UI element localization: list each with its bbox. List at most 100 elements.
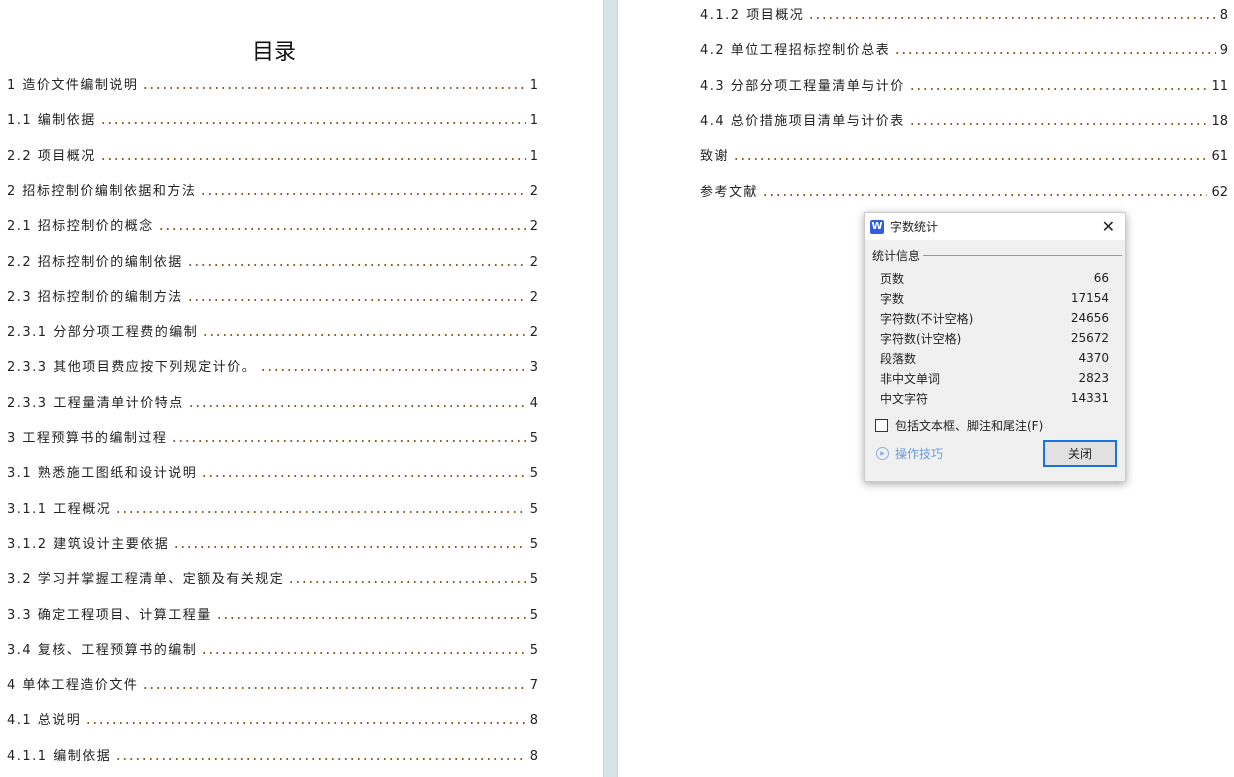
toc-entry-label: 2.2 招标控制价的编制依据 [7,254,183,270]
dialog-titlebar[interactable]: W 字数统计 ✕ [865,213,1125,240]
toc-entry[interactable]: 1.1 编制依据 1 [7,109,538,129]
toc-entry[interactable]: 2.2 项目概况 1 [7,145,538,165]
toc-entry-page: 5 [529,466,538,482]
dot-leader [908,122,1208,125]
toc-entry-page: 5 [529,501,538,517]
stat-row: 字符数(计空格) 25672 [865,328,1125,348]
toc-entry[interactable]: 2.3 招标控制价的编制方法 2 [7,286,538,306]
stat-label: 字符数(不计空格) [880,311,974,326]
stat-label: 段落数 [880,351,917,366]
stat-row: 字数 17154 [865,288,1125,308]
toc-entry-page: 2 [529,289,538,305]
stat-row: 字符数(不计空格) 24656 [865,308,1125,328]
toc-entry-label: 2.3.3 其他项目费应按下列规定计价。 [7,360,257,376]
toc-entry-page: 11 [1211,78,1228,94]
toc-entry-page: 7 [529,678,538,694]
checkbox-label: 包括文本框、脚注和尾注(F) [895,419,1044,433]
checkbox[interactable] [875,419,888,432]
toc-entry[interactable]: 2.2 招标控制价的编制依据 2 [7,251,538,271]
stat-label: 页数 [880,271,905,286]
toc-entry-page: 3 [529,360,538,376]
toc-entry[interactable]: 3.1.1 工程概况 5 [7,498,538,518]
stats-group-header: 统计信息 [872,247,1125,264]
toc-entry-page: 1 [529,113,538,129]
stat-value: 2823 [1078,371,1109,385]
close-button[interactable]: 关闭 [1043,440,1117,467]
toc-entry[interactable]: 4.1.1 编制依据 8 [7,745,538,765]
toc-entry[interactable]: 2.3.3 其他项目费应按下列规定计价。 3 [7,356,538,376]
stat-label: 中文字符 [880,391,929,406]
dot-leader [187,404,526,407]
include-textbox-checkbox[interactable]: 包括文本框、脚注和尾注(F) [875,417,1125,434]
dot-leader [99,122,526,125]
toc-entry[interactable]: 1 造价文件编制说明 1 [7,74,538,94]
toc-entry[interactable]: 2 招标控制价编制依据和方法 2 [7,180,538,200]
play-icon: ▶ [876,447,889,460]
toc-entry-page: 2 [529,219,538,235]
dot-leader [173,545,526,548]
toc-entry[interactable]: 3.4 复核、工程预算书的编制 5 [7,639,538,659]
dot-leader [142,687,526,690]
page-gap [603,0,618,777]
toc-entry[interactable]: 4 单体工程造价文件 7 [7,674,538,694]
stat-value: 14331 [1070,391,1109,405]
toc-entry-page: 61 [1211,149,1228,165]
toc-entry[interactable]: 2.3.3 工程量清单计价特点 4 [7,392,538,412]
tips-label: 操作技巧 [895,447,944,461]
toc-entry[interactable]: 致谢 61 [700,145,1228,165]
dot-leader [115,757,526,760]
toc-entry-page: 2 [529,254,538,270]
toc-entry-label: 参考文献 [700,184,759,200]
toc-entry-page: 5 [529,607,538,623]
toc-entry-label: 2 招标控制价编制依据和方法 [7,183,197,199]
toc-entry-page: 8 [529,713,538,729]
stat-row: 中文字符 14331 [865,388,1125,408]
dot-leader [762,193,1208,196]
toc-entry[interactable]: 4.3 分部分项工程量清单与计价 11 [700,75,1228,95]
dot-leader [808,17,1216,19]
close-icon[interactable]: ✕ [1102,217,1115,236]
stat-value: 24656 [1070,311,1109,325]
tips-link[interactable]: ▶ 操作技巧 [876,445,943,462]
toc-entry-label: 4 单体工程造价文件 [7,678,139,694]
toc-entry[interactable]: 3 工程预算书的编制过程 5 [7,427,538,447]
dot-leader [288,581,526,584]
stat-value: 4370 [1078,351,1109,365]
toc-entry-page: 5 [529,572,538,588]
dot-leader [142,87,526,89]
toc-entry[interactable]: 3.3 确定工程项目、计算工程量 5 [7,604,538,624]
dot-leader [115,510,526,513]
toc-entry-page: 2 [529,183,538,199]
toc-entry-label: 3.1.1 工程概况 [7,501,112,517]
toc-entry-page: 8 [1219,8,1228,23]
toc-entry-label: 致谢 [700,149,730,165]
toc-entry-page: 4 [529,395,538,411]
dot-leader [202,334,526,337]
dialog-title: 字数统计 [890,220,939,234]
toc-entry-label: 1.1 编制依据 [7,113,96,129]
toc-entry[interactable]: 3.2 学习并掌握工程清单、定额及有关规定 5 [7,568,538,588]
dot-leader [894,52,1216,55]
toc-entry-label: 4.1.2 项目概况 [700,8,805,23]
toc-entry-page: 2 [529,325,538,341]
dot-leader [201,475,526,478]
toc-entry-label: 3.3 确定工程项目、计算工程量 [7,607,212,623]
toc-entry[interactable]: 3.1.2 建筑设计主要依据 5 [7,533,538,553]
toc-entry[interactable]: 4.1.2 项目概况 8 [700,4,1228,24]
toc-entry[interactable]: 4.1 总说明 8 [7,709,538,729]
toc-entry[interactable]: 4.2 单位工程招标控制价总表 9 [700,39,1228,59]
dot-leader [186,263,526,266]
stat-label: 字数 [880,291,905,306]
dot-leader [908,87,1208,90]
toc-entry[interactable]: 2.3.1 分部分项工程费的编制 2 [7,321,538,341]
toc-entry[interactable]: 3.1 熟悉施工图纸和设计说明 5 [7,462,538,482]
stat-row: 非中文单词 2823 [865,368,1125,388]
wps-logo-icon: W [870,219,884,234]
toc-entry-label: 4.1 总说明 [7,713,82,729]
dot-leader [201,651,526,654]
toc-entry[interactable]: 参考文献 62 [700,181,1228,201]
toc-entry[interactable]: 4.4 总价措施项目清单与计价表 18 [700,110,1228,130]
toc-entry[interactable]: 2.1 招标控制价的概念 2 [7,215,538,235]
toc-entry-label: 1 造价文件编制说明 [7,78,139,93]
toc-entry-label: 4.1.1 编制依据 [7,748,112,764]
